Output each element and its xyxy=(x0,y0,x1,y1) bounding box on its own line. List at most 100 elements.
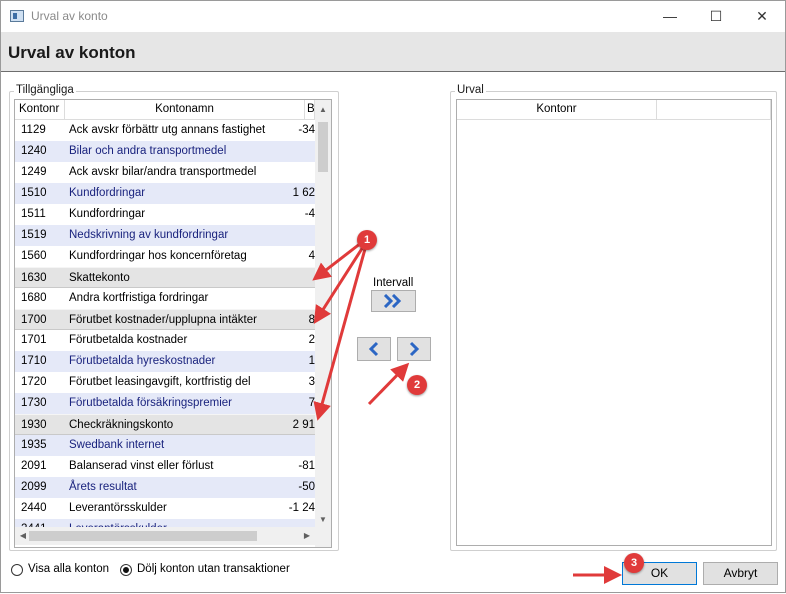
table-row[interactable]: 1930 Checkräkningskonto 2 91 xyxy=(15,414,315,435)
account-name: Kundfordringar xyxy=(69,187,146,199)
table-row[interactable]: 1511 Kundfordringar -4 xyxy=(15,204,315,225)
cancel-button[interactable]: Avbryt xyxy=(703,562,778,585)
window-title: Urval av konto xyxy=(31,9,108,23)
account-name: Checkräkningskonto xyxy=(69,419,174,431)
chevron-right-icon xyxy=(409,341,420,357)
selected-accounts-list[interactable]: Kontonr xyxy=(456,99,772,546)
table-row[interactable]: 2099 Årets resultat -50 xyxy=(15,477,315,498)
table-row[interactable]: 1720 Förutbet leasingavgift, kortfristig … xyxy=(15,372,315,393)
account-number: 1680 xyxy=(21,292,47,304)
interval-button[interactable] xyxy=(371,290,416,312)
table-row[interactable]: 1630 Skattekonto xyxy=(15,267,315,288)
maximize-button[interactable]: ☐ xyxy=(693,1,739,32)
account-number: 1700 xyxy=(21,314,47,326)
table-row[interactable]: 1560 Kundfordringar hos koncernföretag 4 xyxy=(15,246,315,267)
table-row[interactable]: 1700 Förutbet kostnader/upplupna intäkter… xyxy=(15,309,315,330)
account-balance: 2 xyxy=(308,334,315,346)
radio-unchecked-icon xyxy=(11,563,23,576)
hide-empty-accounts-radio[interactable]: Dölj konton utan transaktioner xyxy=(120,563,290,576)
scroll-down-icon[interactable]: ▼ xyxy=(315,512,331,528)
show-all-accounts-radio[interactable]: Visa alla konton xyxy=(11,563,109,576)
account-name: Kundfordringar xyxy=(69,208,146,220)
table-row[interactable]: 1680 Andra kortfristiga fordringar xyxy=(15,288,315,309)
account-balance: 1 xyxy=(308,355,315,367)
title-bar: Urval av konto — ☐ ✕ xyxy=(1,1,785,32)
account-balance: 3 xyxy=(308,376,315,388)
account-number: 1240 xyxy=(21,145,47,157)
account-balance: -81 xyxy=(298,460,315,472)
table-row[interactable]: 1240 Bilar och andra transportmedel xyxy=(15,141,315,162)
close-button[interactable]: ✕ xyxy=(739,1,785,32)
selection-column-header-kontonr[interactable]: Kontonr xyxy=(457,100,657,120)
account-balance: 1 62 xyxy=(292,187,315,199)
scroll-right-icon[interactable]: ▶ xyxy=(299,528,315,544)
account-name: Balanserad vinst eller förlust xyxy=(69,460,214,472)
account-name: Kundfordringar hos koncernföretag xyxy=(69,250,247,262)
account-balance: 4 xyxy=(308,250,315,262)
account-name: Förutbet kostnader/upplupna intäkter xyxy=(69,314,257,326)
account-name: Förutbetalda kostnader xyxy=(69,334,188,346)
add-button[interactable] xyxy=(397,337,431,361)
arrow-to-add-button xyxy=(367,362,410,406)
column-header-balance[interactable]: Be xyxy=(305,100,315,120)
table-row[interactable]: 2440 Leverantörsskulder -1 24 xyxy=(15,498,315,519)
interval-label: Intervall xyxy=(373,277,414,289)
account-name: Förutbetalda hyreskostnader xyxy=(69,355,216,367)
account-name: Nedskrivning av kundfordringar xyxy=(69,229,229,241)
account-number: 1630 xyxy=(21,272,47,284)
available-accounts-list[interactable]: Kontonr Kontonamn Be 1129 Ack avskr förbä… xyxy=(14,99,332,548)
account-name: Ack avskr förbättr utg annans fastighet xyxy=(69,124,266,136)
horizontal-scrollbar[interactable]: ◀ ▶ xyxy=(15,527,315,545)
account-name: Skattekonto xyxy=(69,272,130,284)
vertical-scroll-thumb[interactable] xyxy=(318,122,328,172)
table-row[interactable]: 1935 Swedbank internet xyxy=(15,435,315,456)
account-number: 1730 xyxy=(21,397,47,409)
table-row[interactable]: 1730 Förutbetalda försäkringspremier 7 xyxy=(15,393,315,414)
column-header-kontonr[interactable]: Kontonr xyxy=(15,100,65,120)
account-name: Ack avskr bilar/andra transportmedel xyxy=(69,166,257,178)
selection-column-header-empty xyxy=(657,100,771,120)
page-title: Urval av konton xyxy=(8,43,136,62)
account-name: Förutbetalda försäkringspremier xyxy=(69,397,232,409)
available-group-label: Tillgängliga xyxy=(14,84,76,96)
radio-checked-icon xyxy=(120,563,132,576)
step-badge-3: 3 xyxy=(624,553,644,573)
table-row[interactable]: 1519 Nedskrivning av kundfordringar xyxy=(15,225,315,246)
account-balance: 2 91 xyxy=(292,419,315,431)
hide-empty-accounts-label: Dölj konton utan transaktioner xyxy=(137,563,290,575)
vertical-scrollbar[interactable]: ▲ ▼ xyxy=(315,100,331,547)
double-chevron-right-icon xyxy=(383,293,401,309)
table-row[interactable]: 1710 Förutbetalda hyreskostnader 1 xyxy=(15,351,315,372)
account-balance: -4 xyxy=(304,208,315,220)
account-name: Förutbet leasingavgift, kortfristig del xyxy=(69,376,251,388)
chevron-left-icon xyxy=(368,341,379,357)
app-icon xyxy=(10,10,24,22)
horizontal-scroll-thumb[interactable] xyxy=(29,531,257,541)
account-balance: -50 xyxy=(298,481,315,493)
table-row[interactable]: 2091 Balanserad vinst eller förlust -81 xyxy=(15,456,315,477)
account-balance: 7 xyxy=(308,397,315,409)
account-name: Bilar och andra transportmedel xyxy=(69,145,227,157)
account-balance: 8 xyxy=(308,314,315,326)
table-row[interactable]: 1129 Ack avskr förbättr utg annans fastig… xyxy=(15,120,315,141)
account-number: 1560 xyxy=(21,250,47,262)
account-number: 2099 xyxy=(21,481,47,493)
column-header-kontonamn[interactable]: Kontonamn xyxy=(65,100,305,120)
account-name: Årets resultat xyxy=(69,481,137,493)
minimize-button[interactable]: — xyxy=(647,1,693,32)
account-name: Andra kortfristiga fordringar xyxy=(69,292,209,304)
table-row[interactable]: 1249 Ack avskr bilar/andra transportmedel xyxy=(15,162,315,183)
account-number: 1510 xyxy=(21,187,47,199)
show-all-accounts-label: Visa alla konton xyxy=(28,563,109,575)
account-number: 1710 xyxy=(21,355,47,367)
dialog-window: Urval av konto — ☐ ✕ Urval av konton Til… xyxy=(0,0,786,593)
dialog-header: Urval av konton xyxy=(1,32,785,72)
remove-button[interactable] xyxy=(357,337,391,361)
account-name: Leverantörsskulder xyxy=(69,502,167,514)
step-badge-2: 2 xyxy=(407,375,427,395)
table-row[interactable]: 1701 Förutbetalda kostnader 2 xyxy=(15,330,315,351)
account-name: Swedbank internet xyxy=(69,439,165,451)
scroll-up-icon[interactable]: ▲ xyxy=(315,102,331,118)
account-number: 1935 xyxy=(21,439,47,451)
table-row[interactable]: 1510 Kundfordringar 1 62 xyxy=(15,183,315,204)
